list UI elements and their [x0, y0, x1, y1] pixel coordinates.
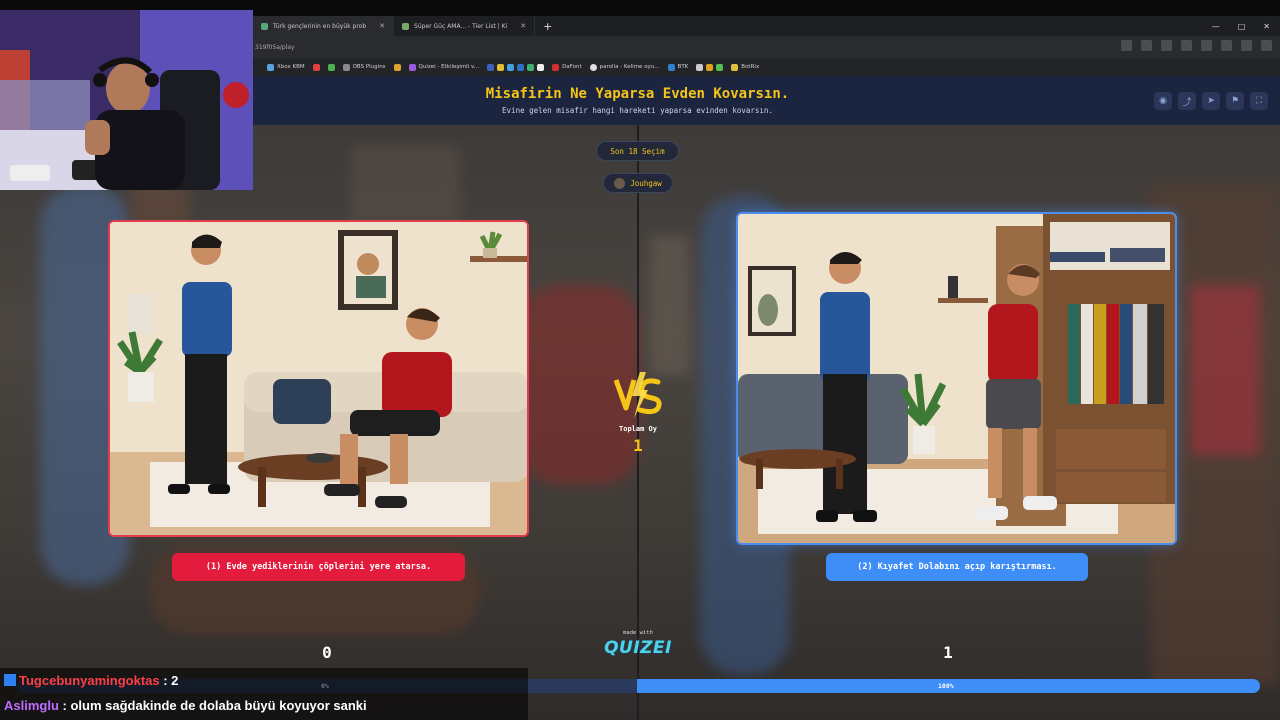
tab-favicon-icon — [402, 22, 410, 30]
webcam-overlay — [0, 10, 253, 190]
toolbar-icons — [1121, 40, 1272, 51]
app-icon — [696, 63, 704, 71]
bookmark-obs[interactable]: OBS Plugins — [342, 63, 386, 71]
menu-icon[interactable] — [1261, 40, 1272, 51]
round-label: Son 18 Seçim — [610, 146, 665, 156]
bookmark-icons-row-2[interactable] — [696, 63, 724, 71]
history-icon[interactable] — [1181, 40, 1192, 51]
flag-icon[interactable]: ⚑ — [1226, 92, 1244, 110]
download-icon[interactable] — [1201, 40, 1212, 51]
option-1-card[interactable] — [108, 220, 529, 537]
eye-icon[interactable]: ◉ — [1154, 92, 1172, 110]
bookmark-xbox[interactable]: Xbox KBM — [267, 63, 305, 71]
v-icon — [312, 63, 320, 71]
header-actions: ◉ ⤴ ➤ ⚑ ⛶ — [1154, 92, 1268, 110]
total-votes-value: 1 — [633, 436, 643, 455]
chat-message: Aslimglu : olum sağdakinde de dolaba büy… — [4, 698, 367, 713]
share-icon[interactable]: ⤴ — [1178, 92, 1196, 110]
btk-icon — [667, 63, 675, 71]
option-1-label: (1) Evde yediklerinin çöplerini yere ata… — [205, 562, 432, 572]
avatar — [614, 177, 626, 189]
send-icon[interactable]: ➤ — [1202, 92, 1220, 110]
stream-frame: Türk gençlerinin en büyük prob ✕ Süper G… — [0, 0, 1280, 720]
url-text[interactable]: 319f05a/play — [253, 44, 295, 51]
bookmark-quizei[interactable]: Quizei - Etkileşimli v... — [408, 63, 479, 71]
quizei-icon — [408, 63, 416, 71]
maximize-icon[interactable]: □ — [1238, 22, 1246, 31]
bookmark-icon-green[interactable] — [327, 63, 335, 71]
living-room-illustration — [110, 222, 527, 535]
tab-favicon-icon — [261, 22, 268, 30]
user-name: Jouhgaw — [630, 178, 662, 188]
folder-icon — [342, 63, 350, 71]
bookmark-btk[interactable]: BTK — [667, 63, 688, 71]
total-votes-label: Toplam Oy — [619, 425, 657, 433]
tab-2[interactable]: Süper Güç AMA... - Tier List | Ki ✕ — [394, 16, 536, 36]
address-bar[interactable]: 319f05a/play — [253, 36, 1280, 58]
dafont-icon — [552, 63, 560, 71]
round-chip: Son 18 Seçim — [596, 141, 679, 161]
bookmark-icon-multi[interactable] — [393, 63, 401, 71]
app-icon — [706, 63, 714, 71]
chat-text: : olum sağdakinde de dolaba büyü koyuyor… — [58, 698, 367, 713]
bookmark-icon — [267, 63, 274, 71]
new-tab-button[interactable]: + — [535, 20, 560, 33]
wardrobe-illustration — [738, 214, 1175, 543]
app-icon — [716, 63, 724, 71]
close-tab-icon[interactable]: ✕ — [379, 22, 385, 30]
extension-icon[interactable] — [1141, 40, 1152, 51]
star-icon[interactable] — [1121, 40, 1132, 51]
app-icon — [487, 63, 495, 71]
option-1-image — [110, 222, 527, 535]
user-chip: Jouhgaw — [603, 173, 673, 193]
chat-message: Tugcebunyamingoktas : 2 — [4, 673, 178, 688]
bookmark-icon-v[interactable] — [312, 63, 320, 71]
share-icon[interactable] — [1221, 40, 1232, 51]
github-icon — [537, 63, 545, 71]
option-2-percent: 100% — [938, 682, 954, 690]
option-2-label: (2) Kıyafet Dolabını açıp karıştırması. — [857, 562, 1057, 572]
option-2-button[interactable]: (2) Kıyafet Dolabını açıp karıştırması. — [826, 553, 1088, 581]
vs-logo-icon — [613, 372, 662, 418]
minimize-icon[interactable]: — — [1212, 22, 1220, 31]
tab-bar: Türk gençlerinin en büyük prob ✕ Süper G… — [253, 16, 1280, 36]
bookmark-botrix[interactable]: BotRix — [731, 63, 759, 71]
bookmark-icons-row[interactable] — [487, 63, 545, 71]
chat-text: : 2 — [159, 673, 179, 688]
chat-username: Tugcebunyamingoktas — [19, 673, 160, 688]
tab-1[interactable]: Türk gençlerinin en büyük prob ✕ — [253, 16, 395, 36]
app-icon — [393, 63, 401, 71]
bookmarks-bar: Xbox KBM OBS Plugins Quizei - Etkileşiml… — [253, 58, 1280, 76]
app-icon — [507, 63, 515, 71]
option-1-score: 0 — [322, 643, 332, 662]
parolla-icon — [589, 63, 597, 71]
fullscreen-icon[interactable]: ⛶ — [1250, 92, 1268, 110]
app-icon — [497, 63, 505, 71]
option-1-button[interactable]: (1) Evde yediklerinin çöplerini yere ata… — [172, 553, 465, 581]
option-2-image — [738, 214, 1175, 543]
made-with-label: made with — [623, 630, 653, 636]
tab-label: Türk gençlerinin en büyük prob — [273, 22, 367, 30]
app-icon — [517, 63, 525, 71]
bookmark-dafont[interactable]: DaFont — [552, 63, 582, 71]
close-window-icon[interactable]: ✕ — [1263, 22, 1270, 31]
webcam-feed — [0, 10, 253, 190]
bookmark-parolla[interactable]: parolla - Kelime oyu... — [589, 63, 660, 71]
botrix-icon — [731, 63, 739, 71]
option-2-card[interactable] — [736, 212, 1177, 545]
chat-username: Aslimglu — [4, 698, 59, 713]
refresh-icon — [327, 63, 335, 71]
window-controls: — □ ✕ — [1212, 16, 1270, 36]
tab-label: Süper Güç AMA... - Tier List | Ki — [414, 22, 508, 30]
app-icon — [527, 63, 535, 71]
close-tab-icon[interactable]: ✕ — [520, 22, 526, 30]
chat-badge-icon — [4, 674, 16, 686]
option-2-score: 1 — [943, 643, 953, 662]
profile-icon[interactable] — [1241, 40, 1252, 51]
brand-logo[interactable]: QUIZEI — [598, 638, 678, 658]
puzzle-icon[interactable] — [1161, 40, 1172, 51]
